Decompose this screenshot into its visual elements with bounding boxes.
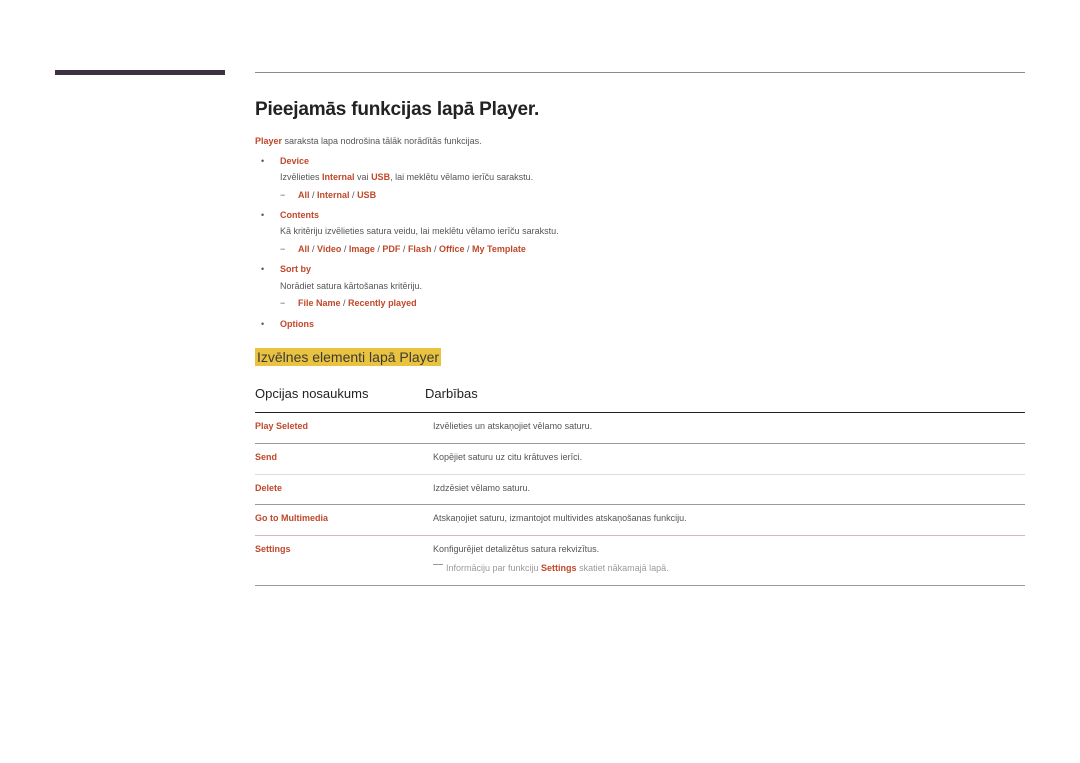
- desc-highlight: Internal: [322, 172, 355, 182]
- table-row: Delete Izdzēsiet vēlamo saturu.: [255, 475, 1025, 505]
- option-value: Internal: [317, 190, 350, 200]
- option-desc: Konfigurējiet detalizētus satura rekvizī…: [433, 544, 600, 554]
- intro-highlight: Player: [255, 136, 283, 146]
- option-name: Delete: [255, 483, 283, 493]
- option-value: All: [298, 190, 310, 200]
- feature-options-contents: − All / Video / Image / PDF / Flash / Off…: [280, 244, 526, 254]
- section-heading: Izvēlnes elementi lapā Player: [255, 348, 442, 366]
- option-name: Play Seleted: [255, 421, 309, 431]
- option-separator: /: [400, 244, 408, 254]
- option-desc: Atskaņojiet saturu, izmantojot multivide…: [433, 513, 687, 523]
- option-separator: /: [340, 298, 349, 308]
- table-row: Play Seleted Izvēlieties un atskaņojiet …: [255, 413, 1025, 444]
- option-name: Go to Multimedia: [255, 513, 328, 523]
- feature-desc-device: Izvēlieties Internal vai USB, lai meklēt…: [280, 172, 533, 182]
- column-header-actions: Darbības: [425, 386, 478, 401]
- feature-options-sort-by: − File Name / Recently played: [280, 298, 417, 308]
- dash-icon: −: [280, 244, 286, 254]
- note-text: Informāciju par funkciju: [446, 563, 542, 573]
- table-header: Opcijas nosaukums Darbības: [255, 386, 1025, 413]
- page-title: Pieejamās funkcijas lapā Player.: [255, 99, 540, 120]
- intro-body: saraksta lapa nodrošina tālāk norādītās …: [282, 136, 482, 146]
- desc-text: Norādiet satura kārtošanas kritēriju.: [280, 281, 423, 291]
- option-name: Settings: [255, 544, 291, 554]
- option-value: PDF: [382, 244, 401, 254]
- dash-icon: −: [280, 190, 286, 200]
- option-separator: /: [431, 244, 439, 254]
- desc-highlight: USB: [371, 172, 391, 182]
- option-value: Recently played: [348, 298, 417, 308]
- column-header-option-name: Opcijas nosaukums: [255, 386, 369, 401]
- desc-text: , lai meklētu vēlamo ierīču sarakstu.: [390, 172, 534, 182]
- feature-label: Sort by: [280, 264, 312, 274]
- option-value: Video: [317, 244, 342, 254]
- option-value: All: [298, 244, 310, 254]
- option-desc: Izvēlieties un atskaņojiet vēlamo saturu…: [433, 421, 593, 431]
- option-desc: Izdzēsiet vēlamo saturu.: [433, 483, 531, 493]
- option-separator: /: [464, 244, 472, 254]
- desc-text: Kā kritēriju izvēlieties satura veidu, l…: [280, 226, 559, 236]
- feature-desc-contents: Kā kritēriju izvēlieties satura veidu, l…: [280, 226, 559, 236]
- note-text: skatiet nākamajā lapā.: [576, 563, 669, 573]
- option-value: Image: [348, 244, 375, 254]
- note-highlight: Settings: [541, 563, 577, 573]
- bullet-icon: •: [261, 264, 265, 274]
- note: Informāciju par funkciju Settings skatie…: [433, 563, 669, 573]
- bullet-icon: •: [261, 156, 265, 166]
- option-separator: /: [309, 244, 318, 254]
- table-row: Go to Multimedia Atskaņojiet saturu, izm…: [255, 505, 1025, 536]
- option-name: Send: [255, 452, 278, 462]
- table-row: Settings Konfigurējiet detalizētus satur…: [255, 536, 1025, 586]
- option-desc: Kopējiet saturu uz citu krātuves ierīci.: [433, 452, 583, 462]
- feature-label: Contents: [280, 210, 319, 220]
- chapter-marker-bar: [55, 70, 225, 75]
- desc-text: Izvēlieties: [280, 172, 323, 182]
- top-divider: [255, 72, 1025, 73]
- option-separator: /: [341, 244, 349, 254]
- option-value: My Template: [472, 244, 526, 254]
- option-value: File Name: [298, 298, 341, 308]
- option-separator: /: [309, 190, 318, 200]
- bullet-icon: •: [261, 210, 265, 220]
- feature-desc-sort-by: Norādiet satura kārtošanas kritēriju.: [280, 281, 422, 291]
- desc-text: vai: [354, 172, 372, 182]
- note-icon: [433, 564, 443, 566]
- dash-icon: −: [280, 298, 286, 308]
- feature-label: Options: [280, 319, 314, 329]
- option-value: Office: [438, 244, 465, 254]
- bullet-icon: •: [261, 319, 265, 329]
- intro-text: Player saraksta lapa nodrošina tālāk nor…: [255, 136, 482, 146]
- option-value: Flash: [407, 244, 432, 254]
- option-separator: /: [349, 190, 358, 200]
- feature-label: Device: [280, 156, 310, 166]
- table-row: Send Kopējiet saturu uz citu krātuves ie…: [255, 444, 1025, 475]
- feature-options-device: − All / Internal / USB: [280, 190, 376, 200]
- option-value: USB: [357, 190, 377, 200]
